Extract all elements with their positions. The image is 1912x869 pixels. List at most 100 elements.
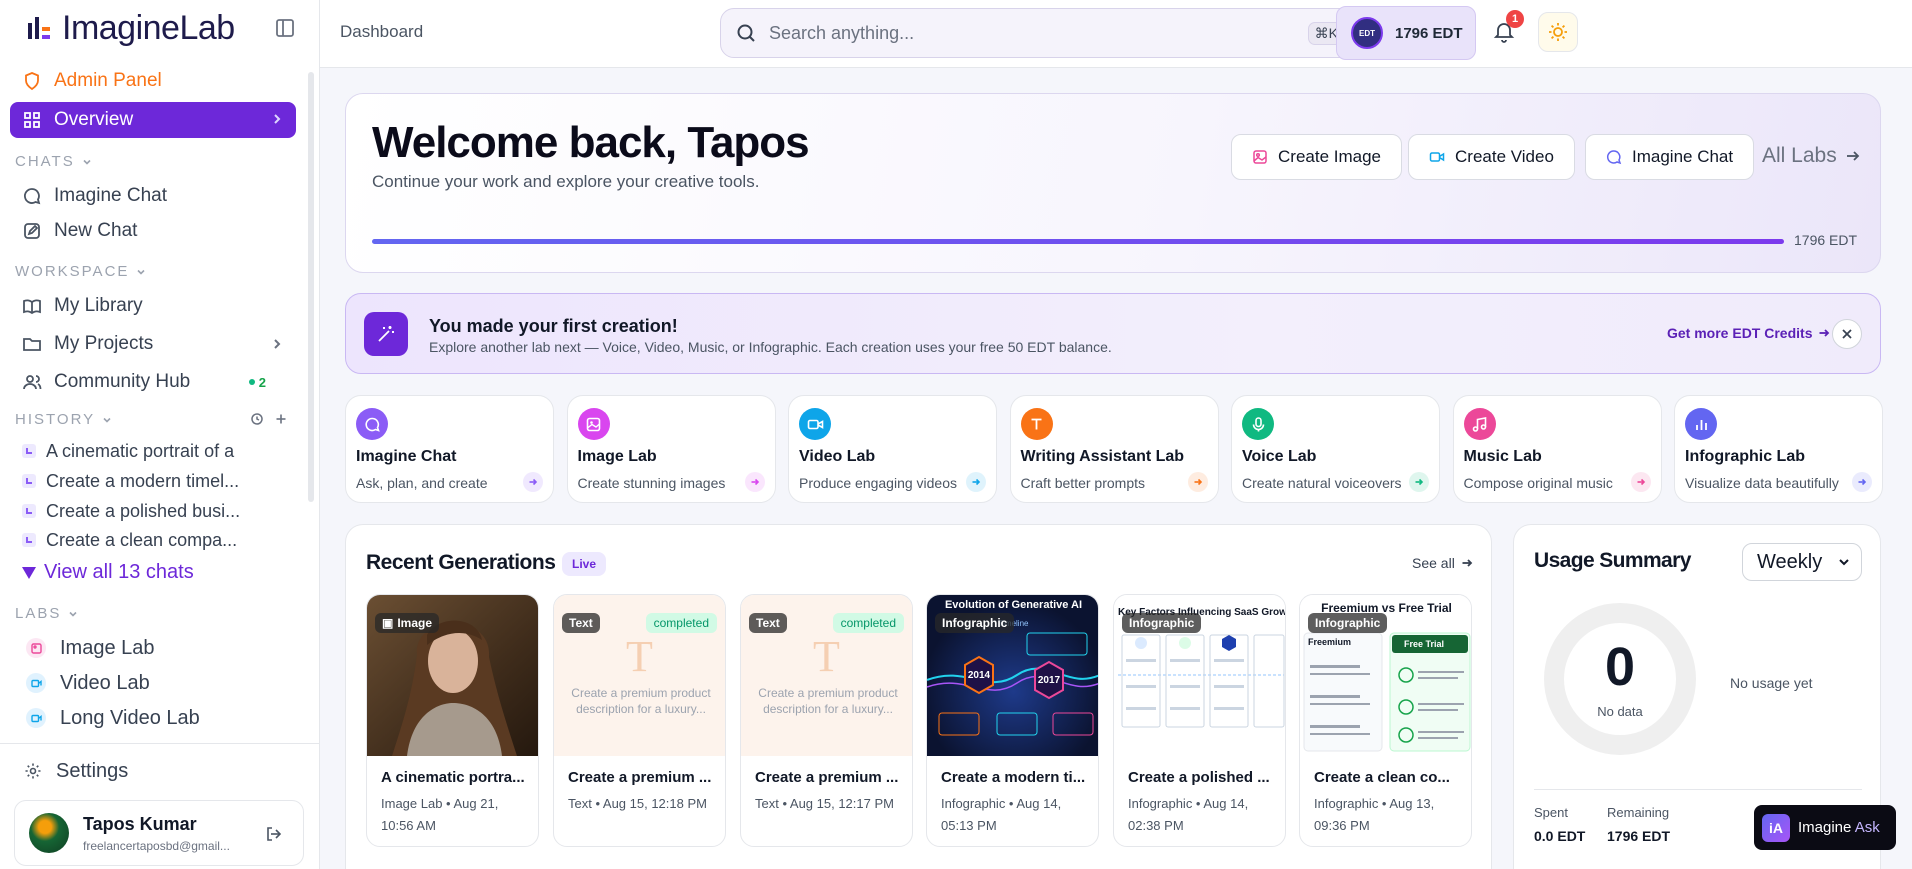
create-image-button[interactable]: Create Image <box>1231 134 1402 180</box>
arrow-right-icon[interactable] <box>523 472 543 492</box>
labs-section-header[interactable]: LABS <box>15 605 79 622</box>
music-icon <box>1463 408 1496 440</box>
generation-meta: Infographic • Aug 14, 05:13 PM <box>941 796 1062 833</box>
search-input[interactable] <box>769 22 1296 44</box>
credits-balance-button[interactable]: EDT 1796 EDT <box>1336 6 1476 60</box>
history-item[interactable]: Create a modern timel... <box>22 468 302 494</box>
arrow-right-icon[interactable] <box>1409 472 1429 492</box>
arrow-right-icon[interactable] <box>1187 472 1208 492</box>
chevron-down-icon <box>83 159 91 165</box>
lab-card-voice-lab[interactable]: Voice Lab Create natural voiceovers <box>1231 395 1440 503</box>
admin-panel-link[interactable]: Admin Panel <box>10 64 296 98</box>
workspace-section-header[interactable]: WORKSPACE <box>15 263 147 280</box>
history-item[interactable]: A cinematic portrait of a <box>22 438 302 464</box>
video-icon <box>799 408 831 440</box>
history-clock-icon[interactable] <box>250 412 264 426</box>
banner-title: You made your first creation! <box>429 316 678 336</box>
text-icon <box>1020 408 1053 440</box>
type-tag: Text <box>749 613 787 633</box>
live-badge: Live <box>562 552 607 576</box>
usage-summary-title: Usage Summary <box>1534 549 1691 572</box>
breadcrumb[interactable]: Dashboard <box>340 22 423 42</box>
mic-icon <box>1242 408 1274 440</box>
credits-progress-fill <box>372 239 1784 244</box>
sidebar-item-community-hub[interactable]: Community Hub 2 <box>10 365 296 399</box>
brand-logo[interactable]: ImagineLab <box>26 9 235 47</box>
generation-card[interactable]: T Create a premium product description f… <box>553 594 726 847</box>
type-tag: ▣ Image <box>375 613 440 633</box>
book-icon <box>23 299 41 315</box>
search-icon <box>737 24 755 42</box>
sidebar-item-my-projects[interactable]: My Projects <box>10 327 296 361</box>
generation-title: Create a premium ... <box>755 769 899 786</box>
usage-spent-stat: Spent 0.0 EDT <box>1534 805 1586 844</box>
close-icon <box>1842 329 1852 339</box>
lab-card-infographic-lab[interactable]: Infographic Lab Visualize data beautifull… <box>1674 395 1883 503</box>
imagine-chat-button[interactable]: Imagine Chat <box>1585 134 1755 180</box>
arrow-right-icon[interactable] <box>1630 472 1651 492</box>
thumbnail-prompt: Create a premium product description for… <box>758 686 898 716</box>
lab-card-writing-assistant-lab[interactable]: Writing Assistant Lab Craft better prompt… <box>1009 395 1219 503</box>
type-tag: Infographic <box>935 613 1015 633</box>
generation-meta: Image Lab • Aug 21, 10:56 AM <box>381 796 499 833</box>
theme-toggle-button[interactable] <box>1538 12 1578 52</box>
get-more-credits-link[interactable]: Get more EDT Credits <box>1667 325 1830 341</box>
lab-name: Image Lab <box>577 448 657 465</box>
close-banner-button[interactable] <box>1832 319 1862 349</box>
lab-card-image-lab[interactable]: Image Lab Create stunning images <box>566 395 776 503</box>
lab-description: Create stunning images <box>577 475 726 491</box>
all-labs-link[interactable]: All Labs <box>1762 144 1861 168</box>
overview-link[interactable]: Overview <box>10 102 296 138</box>
community-count-badge: 2 <box>248 365 266 399</box>
user-name: Tapos Kumar <box>83 813 197 834</box>
lab-card-video-lab[interactable]: Video Lab Produce engaging videos <box>788 395 997 503</box>
lab-card-imagine-chat[interactable]: Imagine Chat Ask, plan, and create <box>345 395 554 503</box>
usage-period-select[interactable]: Weekly <box>1742 543 1862 581</box>
search-box[interactable]: ⌘K <box>720 8 1360 58</box>
welcome-hero: Welcome back, Tapos Continue your work a… <box>345 93 1881 273</box>
generation-card[interactable]: Evolution of Generative AI Timeline 2014… <box>926 594 1099 847</box>
see-all-link[interactable]: See all <box>1412 555 1473 571</box>
credits-progress-label: 1796 EDT <box>1794 232 1858 248</box>
imagine-ask-button[interactable]: iA Imagine Ask <box>1754 805 1896 850</box>
generation-title: A cinematic portra... <box>381 769 525 786</box>
chats-section-header[interactable]: CHATS <box>15 153 93 170</box>
settings-link[interactable]: Settings <box>24 758 128 784</box>
generation-meta: Text • Aug 15, 12:17 PM <box>755 796 894 811</box>
sidebar-item-image-lab[interactable]: Image Lab <box>26 633 155 663</box>
sidebar-item-long-video-lab[interactable]: Long Video Lab <box>26 703 200 733</box>
arrow-right-icon[interactable] <box>966 472 986 492</box>
lab-name: Video Lab <box>799 448 876 465</box>
history-item[interactable]: Create a clean compa... <box>22 527 302 553</box>
sidebar-item-video-lab[interactable]: Video Lab <box>26 668 150 698</box>
generation-meta: Text • Aug 15, 12:18 PM <box>568 796 707 811</box>
generation-card[interactable]: Freemium vs Free Trial Freemium Free Tri… <box>1299 594 1472 847</box>
arrow-right-icon[interactable] <box>744 472 765 492</box>
lab-card-music-lab[interactable]: Music Lab Compose original music <box>1452 395 1662 503</box>
logout-icon[interactable] <box>265 825 283 843</box>
sidebar-item-imagine-chat[interactable]: Imagine Chat <box>10 179 296 213</box>
sidebar-collapse-icon[interactable] <box>274 17 296 39</box>
sidebar-scrollbar[interactable] <box>308 72 314 502</box>
status-badge: completed <box>645 613 717 633</box>
generation-card[interactable]: T Create a premium product description f… <box>740 594 913 847</box>
create-video-button[interactable]: Create Video <box>1408 134 1575 180</box>
lab-description: Craft better prompts <box>1020 475 1146 491</box>
view-all-chats-link[interactable]: View all 13 chats <box>22 561 194 584</box>
generation-title: Create a modern ti... <box>941 769 1086 786</box>
page-title: Welcome back, Tapos <box>372 118 810 167</box>
plus-icon[interactable] <box>274 412 288 426</box>
chat-icon <box>356 408 388 440</box>
generation-card[interactable]: Key Factors Influencing SaaS Growth Info… <box>1113 594 1286 847</box>
history-section-header[interactable]: HISTORY <box>15 411 113 428</box>
credits-progress-bar <box>372 239 1784 244</box>
history-item[interactable]: Create a polished busi... <box>22 498 302 524</box>
generation-card[interactable]: ▣ Image A cinematic portra... Image Lab •… <box>366 594 539 847</box>
avatar <box>29 813 69 853</box>
chevron-right-icon <box>274 114 281 124</box>
arrow-right-icon[interactable] <box>1852 472 1872 492</box>
sidebar-item-my-library[interactable]: My Library <box>10 289 296 323</box>
chevron-down-icon <box>1839 559 1849 566</box>
sidebar-item-new-chat[interactable]: New Chat <box>10 214 296 248</box>
user-profile-card[interactable]: Tapos Kumar freelancertaposbd@gmail... <box>14 800 304 866</box>
